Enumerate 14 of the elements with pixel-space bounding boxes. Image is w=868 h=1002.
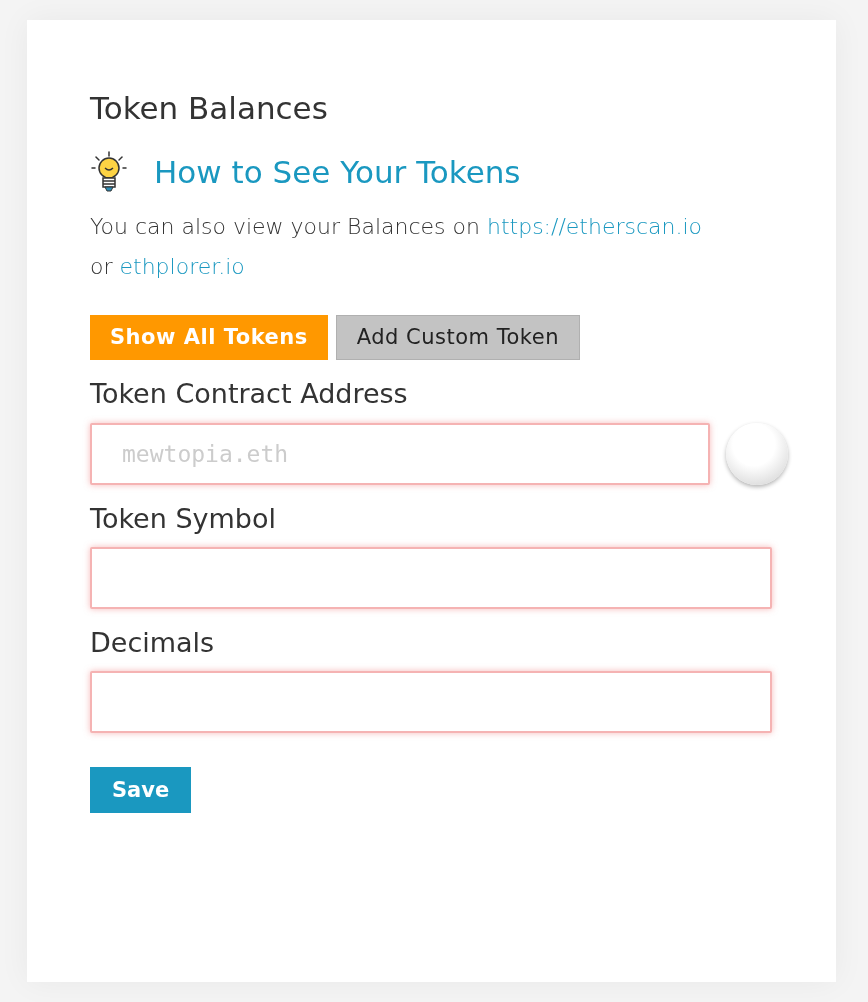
show-tokens-button[interactable]: Show All Tokens bbox=[90, 315, 328, 361]
ethplorer-link[interactable]: ethplorer.io bbox=[119, 254, 245, 280]
field-label: Decimals bbox=[90, 626, 216, 660]
section-title: Token Balances bbox=[90, 90, 329, 128]
input-field[interactable] bbox=[90, 671, 772, 734]
etherscan-link[interactable]: https://etherscan.io bbox=[486, 214, 703, 240]
lightbulb-icon bbox=[90, 151, 128, 194]
save-button[interactable]: Save bbox=[90, 767, 192, 814]
field-label: Token Symbol bbox=[90, 502, 277, 535]
add-token-button[interactable]: Add Custom Token bbox=[335, 315, 580, 361]
field-label: Token Contract Address bbox=[90, 378, 409, 411]
input-field[interactable] bbox=[90, 546, 772, 609]
note-text: You can also view your Balances on https://etherscan.io or ethplorer.io bbox=[90, 213, 704, 282]
help-link[interactable]: How to See Your Tokens bbox=[154, 153, 521, 191]
